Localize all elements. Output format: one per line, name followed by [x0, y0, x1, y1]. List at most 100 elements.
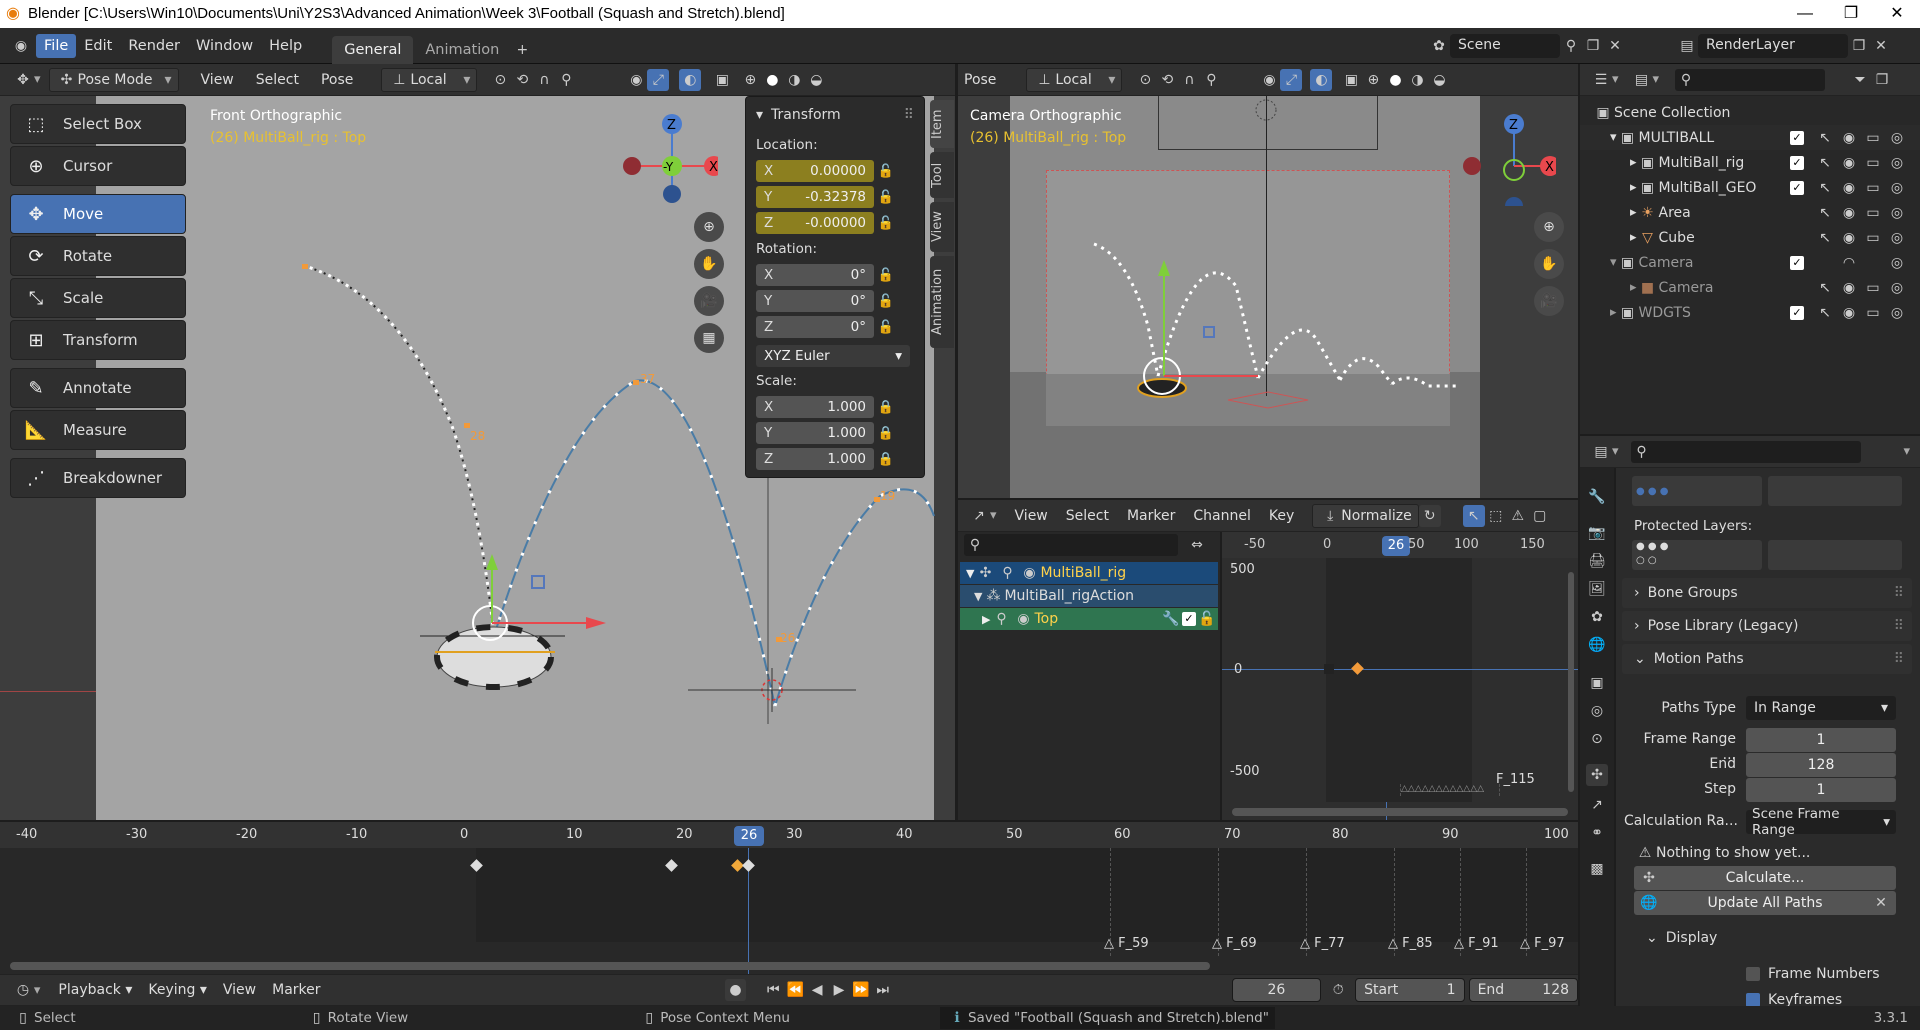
viewport-icon[interactable]: ▭: [1862, 202, 1884, 224]
viewport-icon[interactable]: ▭: [1862, 127, 1884, 149]
material-shading-icon[interactable]: ◑: [1406, 69, 1428, 91]
menu-view[interactable]: View: [217, 978, 262, 1002]
unlock-icon[interactable]: 🔓: [874, 216, 898, 231]
navigation-gizmo[interactable]: Z X: [1456, 106, 1556, 206]
include-checkbox[interactable]: ✓: [1790, 255, 1804, 270]
zoom-icon[interactable]: ⊕: [694, 212, 724, 242]
render-icon[interactable]: ◎: [1886, 227, 1908, 249]
scene-selector[interactable]: ✿ Scene ⚲ ❐ ✕: [1428, 34, 1626, 58]
include-checkbox[interactable]: ✓: [1790, 155, 1804, 170]
warning-icon[interactable]: ⚠: [1507, 505, 1529, 527]
protected-layers-grid[interactable]: ● ● ● ○ ○: [1632, 540, 1762, 570]
outliner-row[interactable]: ▸ ■ Camera ↖ ◉ ▭ ◎: [1580, 275, 1920, 300]
scale-z-field[interactable]: Z 1.000: [756, 448, 874, 470]
channel-checkbox[interactable]: ✓: [1182, 612, 1196, 626]
timeline-scrollbar[interactable]: [10, 962, 1210, 970]
status-report[interactable]: ℹ Saved "Football (Squash and Stretch).bl…: [939, 1007, 1275, 1029]
magnet-icon[interactable]: ∩: [533, 69, 555, 91]
ntab-item[interactable]: Item: [930, 100, 954, 148]
properties-editor-icon[interactable]: ▤: [1590, 441, 1612, 463]
ntab-tool[interactable]: Tool: [930, 152, 954, 198]
select-tool-icon[interactable]: ↖: [1462, 504, 1485, 527]
lock-icon[interactable]: 🔒: [874, 426, 898, 441]
renderlayer-selector[interactable]: ▤ RenderLayer ❐ ✕: [1676, 34, 1892, 58]
graph-menu-key[interactable]: Key: [1263, 504, 1300, 528]
tool-breakdowner[interactable]: ⋰ Breakdowner: [10, 458, 186, 498]
new-layer-icon[interactable]: ❐: [1848, 35, 1870, 57]
auto-normalize-icon[interactable]: ↻: [1418, 504, 1441, 527]
viewport-icon[interactable]: ▭: [1862, 177, 1884, 199]
normalize-toggle[interactable]: ⤓ Normalize: [1312, 503, 1419, 528]
renderlayer-field[interactable]: RenderLayer: [1698, 34, 1848, 58]
jump-start-icon[interactable]: ⏮: [762, 979, 784, 1001]
editor-type-icon[interactable]: ✥: [12, 69, 34, 91]
timeline-current-frame[interactable]: 26: [734, 826, 764, 846]
properties-search-input[interactable]: ⚲: [1630, 440, 1861, 463]
protected-layers-grid-2[interactable]: [1768, 540, 1902, 570]
bone-layers-grid[interactable]: ● ● ●: [1632, 476, 1762, 506]
drag-handle-icon[interactable]: ⠿: [1894, 651, 1904, 667]
scale-x-field[interactable]: X 1.000: [756, 396, 874, 418]
current-frame-indicator[interactable]: 26: [1382, 536, 1410, 556]
delete-scene-icon[interactable]: ✕: [1604, 35, 1626, 57]
viewport-icon[interactable]: ▭: [1862, 302, 1884, 324]
channel-search-input[interactable]: ⚲: [964, 534, 1178, 556]
ntab-animation[interactable]: Animation: [930, 256, 954, 348]
unlock-icon[interactable]: 🔓: [874, 164, 898, 179]
eye-icon[interactable]: ◠: [1838, 252, 1860, 274]
timeline-marker[interactable]: △ F_77: [1300, 936, 1345, 951]
menu-render[interactable]: Render: [120, 34, 188, 58]
mode-dropdown[interactable]: ✣ Pose Mode ▾: [48, 67, 179, 92]
new-collection-icon[interactable]: ❐: [1871, 69, 1893, 91]
pivot-icon[interactable]: ⊙: [489, 69, 511, 91]
outliner-editor-icon[interactable]: ☰: [1590, 69, 1612, 91]
select-icon[interactable]: ↖: [1814, 302, 1836, 324]
gizmo-icon[interactable]: ⤢: [1280, 68, 1303, 91]
close-icon[interactable]: ✕: [1874, 0, 1920, 28]
overlay-icon[interactable]: ◐: [1310, 68, 1333, 91]
menu-select[interactable]: Select: [250, 68, 305, 92]
calculate-button[interactable]: ✣ Calculate...: [1634, 866, 1896, 890]
menu-pose[interactable]: Pose: [315, 68, 359, 92]
keyframes-checkbox[interactable]: Keyframes: [1746, 992, 1842, 1006]
frame-numbers-checkbox[interactable]: Frame Numbers: [1746, 966, 1880, 982]
next-keyframe-icon[interactable]: ⏩: [850, 979, 872, 1001]
timeline-marker[interactable]: △ F_59: [1104, 936, 1149, 951]
xray-icon[interactable]: ▣: [1340, 69, 1362, 91]
channel-multiball-rig[interactable]: ▼ ✣ ⚲ ◉ MultiBall_rig: [960, 562, 1218, 584]
navigation-gizmo[interactable]: Z X -Y: [618, 106, 718, 206]
box-select-icon[interactable]: ⬚: [1485, 505, 1507, 527]
jump-end-icon[interactable]: ⏭: [872, 979, 894, 1001]
tool-annotate[interactable]: ✎ Annotate: [10, 368, 186, 408]
outliner-row[interactable]: ▾ ▣ MULTIBALL ✓ ↖ ◉ ▭ ◎: [1580, 125, 1920, 150]
outliner-row[interactable]: ▾ ▣ Camera ✓ ◠ ◎: [1580, 250, 1920, 275]
location-y-field[interactable]: Y -0.32378: [756, 186, 874, 208]
motion-paths-panel[interactable]: ⌄ Motion Paths ⠿: [1622, 644, 1912, 674]
pivot-icon[interactable]: ⊙: [1134, 69, 1156, 91]
eye-icon[interactable]: ◉: [1838, 127, 1860, 149]
include-checkbox[interactable]: ✓: [1790, 305, 1804, 320]
orientation-dropdown[interactable]: ⊥ Local ▾: [1026, 67, 1123, 92]
snap-target-icon[interactable]: ⚲: [1200, 69, 1222, 91]
lock-icon[interactable]: 🔒: [874, 400, 898, 415]
play-icon[interactable]: ▶: [828, 979, 850, 1001]
location-z-field[interactable]: Z -0.00000: [756, 212, 874, 234]
new-scene-icon[interactable]: ❐: [1582, 35, 1604, 57]
prev-keyframe-icon[interactable]: ⏪: [784, 979, 806, 1001]
timeline-marker[interactable]: △ F_85: [1388, 936, 1433, 951]
unlock-icon[interactable]: 🔓: [874, 268, 898, 283]
eye-icon[interactable]: ◉: [1838, 227, 1860, 249]
select-icon[interactable]: ↖: [1814, 227, 1836, 249]
eye-icon[interactable]: ◉: [1012, 608, 1034, 630]
step-field[interactable]: 1: [1746, 778, 1896, 802]
zoom-icon[interactable]: ⊕: [1534, 212, 1564, 242]
bone-constraint-icon[interactable]: ⚭: [1586, 822, 1608, 844]
drag-handle-icon[interactable]: ⠿: [1894, 585, 1904, 601]
display-mode-icon[interactable]: ▤: [1631, 69, 1653, 91]
tab-general[interactable]: General: [332, 35, 414, 64]
filter-icon[interactable]: ⏷: [1849, 69, 1871, 91]
unlock-icon[interactable]: 🔓: [874, 190, 898, 205]
pose-library-panel[interactable]: › Pose Library (Legacy) ⠿: [1622, 611, 1912, 641]
graph-editor-type-icon[interactable]: ↗: [968, 505, 990, 527]
menu-pose[interactable]: Pose: [958, 68, 1002, 92]
